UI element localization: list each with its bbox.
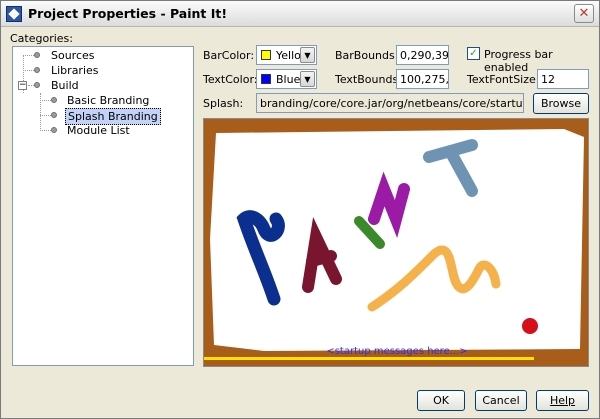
- tree-item-label: Build: [51, 79, 79, 92]
- text-color-label: TextColor:: [203, 73, 258, 86]
- letter-n-stroke: [368, 171, 410, 239]
- cancel-button[interactable]: Cancel: [475, 390, 527, 411]
- node-bullet-icon: [34, 67, 40, 73]
- tree-item-module-list[interactable]: Module List: [13, 123, 193, 138]
- red-dot: [522, 318, 538, 334]
- node-bullet-icon: [51, 97, 57, 103]
- tree-item-splash-branding[interactable]: Splash Branding: [13, 108, 193, 125]
- node-bullet-icon: [51, 127, 57, 133]
- categories-tree[interactable]: Sources Libraries − Build Basic Branding…: [12, 46, 194, 366]
- tree-item-build[interactable]: − Build: [13, 78, 193, 93]
- yellow-swatch-icon: [261, 50, 271, 60]
- title-bar[interactable]: Project Properties - Paint It! ✕: [1, 1, 599, 27]
- tree-item-label: Sources: [51, 49, 95, 62]
- window-title: Project Properties - Paint It!: [28, 6, 228, 21]
- help-button[interactable]: Help: [536, 390, 589, 411]
- tree-item-sources[interactable]: Sources: [13, 48, 193, 63]
- text-color-value: Blue: [276, 73, 301, 86]
- tree-item-label: Libraries: [51, 64, 99, 77]
- bar-color-combo[interactable]: Yellow ▼: [256, 45, 317, 65]
- bar-bounds-field[interactable]: 0,290,397,3: [396, 45, 449, 65]
- startup-message-text: <startup messages here...>: [326, 346, 468, 357]
- bar-bounds-label: BarBounds:: [335, 49, 399, 62]
- netbeans-app-icon: [6, 6, 22, 22]
- splash-path-field[interactable]: branding/core/core.jar/org/netbeans/core…: [256, 93, 524, 113]
- splash-label: Splash:: [203, 97, 244, 110]
- categories-label: Categories:: [10, 32, 73, 45]
- text-bounds-field[interactable]: 100,275,387,10: [396, 69, 449, 89]
- text-font-size-label: TextFontSize:: [467, 73, 540, 86]
- tree-item-basic-branding[interactable]: Basic Branding: [13, 93, 193, 108]
- chevron-down-icon[interactable]: ▼: [300, 71, 315, 87]
- bar-color-label: BarColor:: [203, 49, 255, 62]
- text-font-size-field[interactable]: 12: [537, 69, 589, 89]
- tree-item-libraries[interactable]: Libraries: [13, 63, 193, 78]
- node-bullet-icon: [34, 82, 40, 88]
- text-color-combo[interactable]: Blue ▼: [256, 69, 317, 89]
- node-bullet-icon: [51, 112, 57, 118]
- blue-swatch-icon: [261, 74, 271, 84]
- tree-item-label: Module List: [67, 124, 130, 137]
- ok-button[interactable]: OK: [417, 390, 465, 411]
- close-button[interactable]: ✕: [574, 4, 594, 23]
- tree-item-label: Basic Branding: [67, 94, 150, 107]
- progress-bar: [204, 357, 534, 360]
- paint-splash-image: [210, 129, 584, 351]
- chevron-down-icon[interactable]: ▼: [300, 47, 315, 63]
- browse-button[interactable]: Browse: [533, 93, 589, 114]
- node-bullet-icon: [34, 52, 40, 58]
- collapse-toggle-icon[interactable]: −: [18, 81, 27, 90]
- project-properties-dialog: Project Properties - Paint It! ✕ Categor…: [0, 0, 600, 419]
- splash-preview: <startup messages here...>: [203, 118, 589, 367]
- progress-enabled-checkbox[interactable]: ✓: [467, 47, 480, 60]
- text-bounds-label: TextBounds:: [335, 73, 402, 86]
